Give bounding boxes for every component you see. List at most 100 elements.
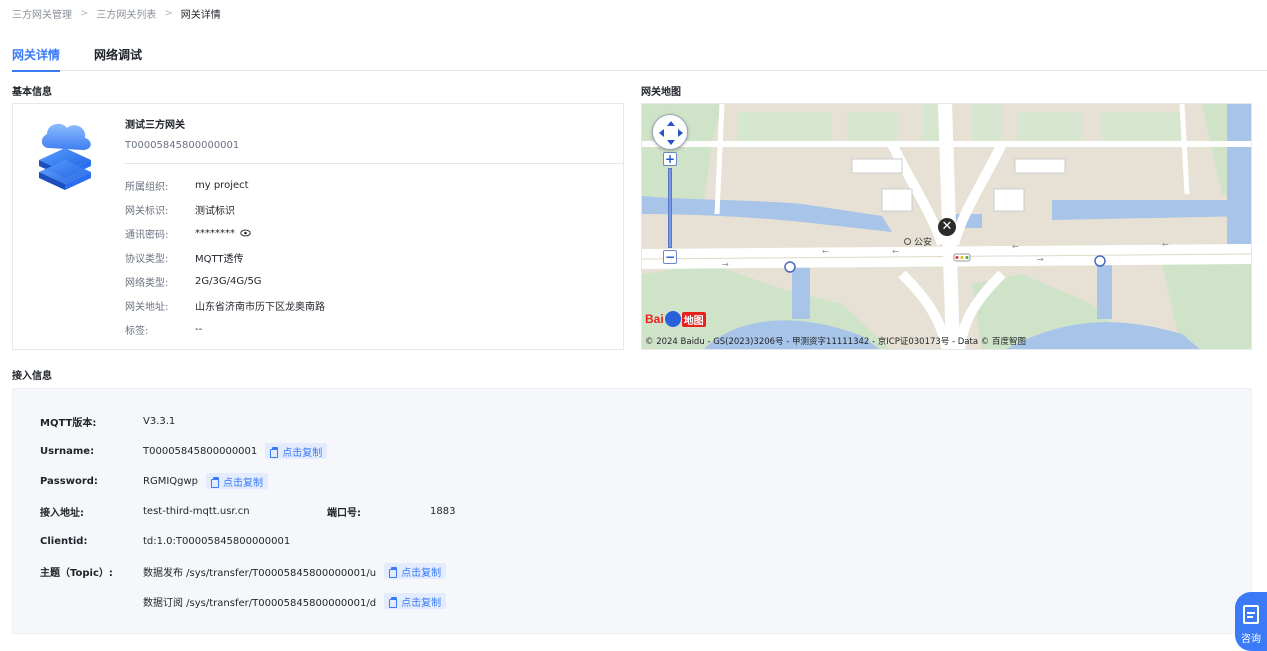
access-value: 1883 <box>430 505 456 517</box>
zoom-in-icon[interactable]: + <box>663 152 677 166</box>
access-label: Usrname: <box>40 445 95 457</box>
eye-icon[interactable] <box>240 229 251 237</box>
access-row-topic-publish: 主题（Topic）: 数据发布 /sys/transfer/T000058458… <box>40 562 447 580</box>
field-label: 网关地址: <box>125 301 169 313</box>
map-pan-control[interactable] <box>652 114 688 150</box>
access-row-mqtt: MQTT版本: V3.3.1 <box>40 412 175 430</box>
copy-label: 点击复制 <box>401 567 442 579</box>
copy-icon <box>270 446 279 458</box>
copy-label: 点击复制 <box>401 597 442 609</box>
map-poi[interactable]: 公安 <box>904 235 932 248</box>
document-icon <box>1243 605 1259 624</box>
svg-text:←: ← <box>1162 240 1169 249</box>
info-row-protocol: 协议类型: MQTT透传 <box>125 250 244 265</box>
access-info-panel: MQTT版本: V3.3.1 Usrname: T000058458000000… <box>12 388 1252 634</box>
poi-label: 公安 <box>914 238 933 248</box>
copy-icon <box>211 476 220 488</box>
baidu-map-logo: Bai 地图 <box>645 309 706 329</box>
field-value: 山东省济南市历下区龙奥南路 <box>195 301 325 313</box>
access-value: V3.3.1 <box>143 415 176 427</box>
access-row-port: 端口号: 1883 <box>327 502 455 520</box>
access-label: 端口号: <box>327 507 361 519</box>
access-label: MQTT版本: <box>40 417 97 429</box>
field-value: 测试标识 <box>195 205 235 217</box>
breadcrumb: 三方网关管理 > 三方网关列表 > 网关详情 <box>12 6 221 21</box>
copy-label: 点击复制 <box>282 447 323 459</box>
baidu-logo-suffix: 地图 <box>681 311 706 327</box>
info-row-gateway-id: 网关标识: 测试标识 <box>125 202 235 217</box>
svg-text:→: → <box>1037 255 1044 264</box>
svg-text:←: ← <box>822 247 829 256</box>
consult-label: 咨询 <box>1241 634 1261 645</box>
access-value: test-third-mqtt.usr.cn <box>143 505 250 517</box>
map-zoom-control: + − <box>663 152 677 268</box>
breadcrumb-separator-icon: > <box>164 7 173 19</box>
info-row-address: 网关地址: 山东省济南市历下区龙奥南路 <box>125 298 325 313</box>
gateway-cloud-icon <box>39 123 91 190</box>
access-label: 接入地址: <box>40 507 84 519</box>
basic-info-title: 基本信息 <box>12 87 52 98</box>
consult-button[interactable]: 咨询 <box>1235 592 1267 651</box>
access-value: RGMIQgwp <box>143 475 199 487</box>
baidu-paw-icon <box>664 311 681 327</box>
svg-text:→: → <box>722 260 729 269</box>
access-label: Clientid: <box>40 535 88 547</box>
info-row-organization: 所属组织: my project <box>125 178 249 193</box>
svg-text:←: ← <box>892 247 899 256</box>
copy-icon <box>389 596 398 608</box>
access-value: td:1.0:T00005845800000001 <box>143 535 291 547</box>
poi-dot-icon <box>904 238 911 245</box>
field-label: 通讯密码: <box>125 229 169 241</box>
access-value: 数据发布 /sys/transfer/T00005845800000001/u <box>143 567 377 579</box>
breadcrumb-item-current: 网关详情 <box>180 9 221 21</box>
access-value: 数据订阅 /sys/transfer/T00005845800000001/d <box>143 597 377 609</box>
copy-topic-subscribe-button[interactable]: 点击复制 <box>384 593 447 609</box>
access-row-username: Usrname: T00005845800000001 点击复制 <box>40 442 328 460</box>
breadcrumb-item-gateway-management[interactable]: 三方网关管理 <box>12 6 72 21</box>
divider <box>125 163 623 164</box>
access-info-title: 接入信息 <box>12 371 52 382</box>
field-label: 网络类型: <box>125 277 169 289</box>
info-row-password: 通讯密码: ******** <box>125 226 251 241</box>
breadcrumb-item-gateway-list[interactable]: 三方网关列表 <box>96 6 156 21</box>
info-row-network-type: 网络类型: 2G/3G/4G/5G <box>125 274 262 289</box>
access-row-topic-subscribe: 数据订阅 /sys/transfer/T00005845800000001/d … <box>40 592 447 610</box>
pan-arrows-icon <box>659 121 683 145</box>
field-label: 网关标识: <box>125 205 169 217</box>
access-value: T00005845800000001 <box>143 445 258 457</box>
field-value: -- <box>195 323 203 335</box>
field-label: 标签: <box>125 325 149 337</box>
field-label: 协议类型: <box>125 253 169 265</box>
zoom-out-icon[interactable]: − <box>663 250 677 264</box>
field-value: MQTT透传 <box>195 253 244 265</box>
field-value: my project <box>195 179 249 191</box>
svg-text:←: ← <box>1012 242 1019 251</box>
gateway-name: 测试三方网关 <box>125 120 185 131</box>
close-icon[interactable]: ✕ <box>938 218 956 236</box>
breadcrumb-separator-icon: > <box>80 7 89 19</box>
access-label: Password: <box>40 475 98 487</box>
copy-username-button[interactable]: 点击复制 <box>265 443 328 459</box>
field-value: ******** <box>195 227 235 239</box>
zoom-slider[interactable] <box>668 168 672 248</box>
field-label: 所属组织: <box>125 181 169 193</box>
copy-label: 点击复制 <box>223 477 264 489</box>
info-row-tags: 标签: -- <box>125 322 203 337</box>
gateway-map[interactable]: → ← ← ← ← → + − ✕ 公安 Bai 地图 © 2024 Baidu… <box>641 103 1252 350</box>
gateway-sn: T00005845800000001 <box>125 140 240 151</box>
tab-network-debug[interactable]: 网络调试 <box>94 44 142 71</box>
access-row-clientid: Clientid: td:1.0:T00005845800000001 <box>40 532 290 550</box>
access-row-password: Password: RGMIQgwp 点击复制 <box>40 472 269 490</box>
access-label: 主题（Topic）: <box>40 567 113 579</box>
basic-info-card: 测试三方网关 T00005845800000001 所属组织: my proje… <box>12 103 624 350</box>
tab-bar: 网关详情 网络调试 <box>12 44 1267 72</box>
gateway-map-title: 网关地图 <box>641 87 681 98</box>
field-value: 2G/3G/4G/5G <box>195 275 262 287</box>
copy-password-button[interactable]: 点击复制 <box>206 473 269 489</box>
copy-icon <box>389 566 398 578</box>
access-row-address: 接入地址: test-third-mqtt.usr.cn <box>40 502 250 520</box>
baidu-logo-text: Bai <box>645 312 664 326</box>
copy-topic-publish-button[interactable]: 点击复制 <box>384 563 447 579</box>
tab-gateway-detail[interactable]: 网关详情 <box>12 44 61 72</box>
map-copyright: © 2024 Baidu - GS(2023)3206号 - 甲测资字11111… <box>645 337 1026 347</box>
